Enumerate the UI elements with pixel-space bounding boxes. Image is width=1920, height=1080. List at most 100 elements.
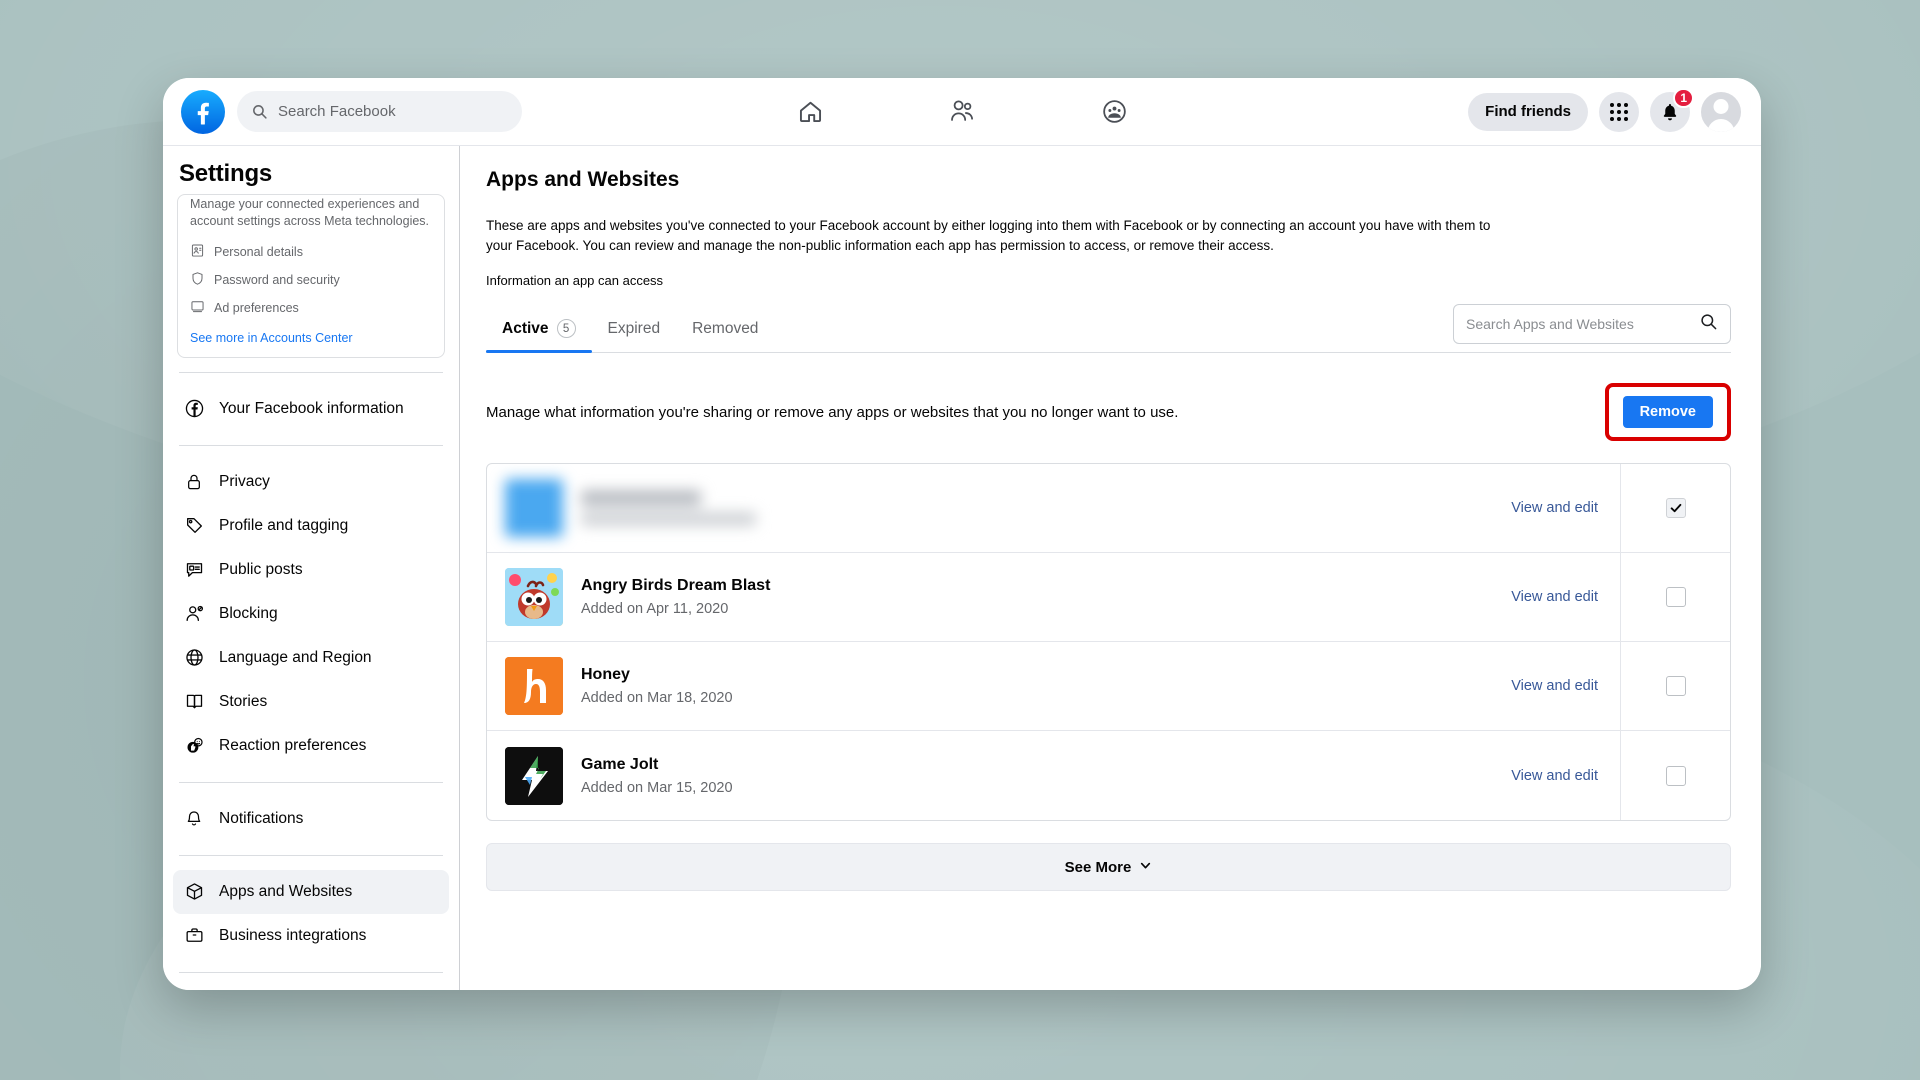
personal-details-icon	[190, 243, 205, 261]
app-select-cell	[1620, 642, 1730, 731]
accounts-center-item-password-and-security[interactable]: Password and security	[190, 266, 432, 294]
sidebar-item-profile-and-tagging[interactable]: Profile and tagging	[173, 504, 449, 548]
briefcase-icon	[183, 925, 205, 946]
remove-button[interactable]: Remove	[1622, 396, 1713, 429]
see-more-button[interactable]: See More	[486, 843, 1731, 892]
apps-list: View and edit Angry Birds Dream Blast Ad…	[486, 463, 1731, 822]
grid-menu-icon[interactable]	[1599, 91, 1639, 132]
find-friends-button[interactable]: Find friends	[1468, 92, 1588, 131]
search-icon	[251, 103, 268, 120]
table-row[interactable]: Honey Added on Mar 18, 2020 View and edi…	[487, 642, 1730, 732]
view-and-edit-link[interactable]: View and edit	[1511, 731, 1620, 820]
apps-search-box[interactable]	[1453, 304, 1731, 345]
app-name: Honey	[581, 666, 630, 684]
top-navigation-bar: Find friends 1	[163, 78, 1761, 146]
table-row[interactable]: View and edit	[487, 464, 1730, 554]
sidebar-item-privacy[interactable]: Privacy	[173, 460, 449, 504]
table-row[interactable]: Angry Birds Dream Blast Added on Apr 11,…	[487, 553, 1730, 643]
sidebar-divider	[179, 781, 443, 783]
sidebar-item-language-and-region[interactable]: Language and Region	[173, 636, 449, 680]
page-title-settings: Settings	[179, 160, 273, 187]
sidebar-divider	[179, 854, 443, 856]
sidebar-item-label: Reaction preferences	[219, 736, 367, 754]
search-facebook-box[interactable]	[237, 91, 522, 132]
sidebar-item-reaction-preferences[interactable]: Reaction preferences	[173, 724, 449, 768]
cube-icon	[183, 881, 205, 902]
center-navigation	[787, 89, 1137, 135]
tab-label: Active	[502, 319, 549, 337]
sidebar-menu-group-1: Your Facebook information	[163, 387, 459, 431]
app-checkbox[interactable]	[1665, 765, 1686, 786]
bell-icon[interactable]: 1	[1650, 87, 1694, 132]
tab-count-badge: 5	[556, 319, 576, 339]
bell-outline-icon	[183, 809, 205, 829]
sidebar-item-label: Language and Region	[219, 648, 372, 666]
sidebar-item-notifications[interactable]: Notifications	[173, 797, 449, 841]
main-content: Apps and Websites These are apps and web…	[460, 146, 1761, 990]
blocked-user-icon	[183, 603, 205, 624]
app-icon	[505, 568, 563, 627]
avatar[interactable]	[1701, 91, 1741, 132]
app-name: Game Jolt	[581, 755, 659, 773]
notification-badge: 1	[1673, 87, 1694, 108]
chevron-down-icon	[1139, 859, 1152, 876]
manage-row: Manage what information you're sharing o…	[486, 383, 1731, 442]
app-info: Honey Added on Mar 18, 2020	[487, 642, 1511, 730]
facebook-logo-icon[interactable]	[181, 89, 225, 134]
app-checkbox[interactable]	[1665, 676, 1686, 697]
sidebar-menu-group-2: Privacy Profile and tagging Public posts	[163, 460, 459, 768]
sidebar-item-apps-and-websites[interactable]: Apps and Websites	[173, 869, 449, 914]
app-icon	[505, 657, 563, 716]
sidebar-item-public-posts[interactable]: Public posts	[173, 548, 449, 592]
sidebar-item-label: Public posts	[219, 560, 303, 578]
sidebar-divider	[179, 444, 443, 446]
app-checkbox[interactable]	[1665, 587, 1686, 608]
sidebar-item-blocking[interactable]: Blocking	[173, 592, 449, 636]
shield-icon	[190, 271, 205, 289]
groups-icon[interactable]	[1091, 89, 1137, 135]
home-icon[interactable]	[787, 89, 833, 135]
accounts-center-item-ad-preferences[interactable]: Ad preferences	[190, 294, 432, 322]
search-icon[interactable]	[1699, 312, 1718, 336]
app-date: Added on Apr 11, 2020	[581, 601, 729, 618]
apps-search-input[interactable]	[1466, 316, 1691, 333]
accounts-center-description: Manage your connected experiences and ac…	[190, 197, 430, 228]
sidebar-item-videos[interactable]: Videos	[173, 987, 449, 990]
sidebar-item-label: Blocking	[219, 604, 278, 622]
search-input[interactable]	[278, 103, 508, 120]
view-and-edit-link[interactable]: View and edit	[1511, 553, 1620, 641]
accounts-center-item-personal-details[interactable]: Personal details	[190, 238, 432, 266]
app-checkbox[interactable]	[1665, 498, 1686, 519]
sidebar-item-label: Stories	[219, 692, 268, 710]
page-description: These are apps and websites you've conne…	[486, 218, 1491, 253]
view-and-edit-link[interactable]: View and edit	[1511, 642, 1620, 730]
app-date: Added on Mar 15, 2020	[581, 779, 733, 796]
speech-bubble-icon	[183, 559, 205, 580]
app-date: Added on Mar 18, 2020	[581, 690, 733, 707]
sidebar-menu-group-3: Notifications	[163, 797, 459, 841]
app-info	[487, 464, 1511, 552]
tab-removed[interactable]: Removed	[676, 310, 774, 352]
friends-icon[interactable]	[939, 89, 985, 135]
sidebar-item-label: Apps and Websites	[219, 882, 353, 900]
accounts-center-label: Ad preferences	[214, 300, 299, 315]
view-and-edit-link[interactable]: View and edit	[1511, 464, 1620, 552]
accounts-center-label: Personal details	[214, 244, 303, 259]
page-title: Apps and Websites	[486, 168, 680, 191]
tab-label: Expired	[607, 320, 661, 338]
information-app-can-access-link[interactable]: Information an app can access	[486, 273, 1731, 288]
sidebar-item-business-integrations[interactable]: Business integrations	[173, 914, 449, 958]
app-select-cell	[1620, 553, 1730, 642]
book-icon	[183, 691, 205, 712]
see-more-accounts-center-link[interactable]: See more in Accounts Center	[190, 322, 432, 345]
app-icon	[505, 746, 563, 805]
app-info: Angry Birds Dream Blast Added on Apr 11,…	[487, 553, 1511, 641]
lock-icon	[183, 472, 205, 492]
app-select-cell	[1620, 731, 1730, 821]
page-body: Settings Manage your connected experienc…	[163, 146, 1761, 990]
table-row[interactable]: Game Jolt Added on Mar 15, 2020 View and…	[487, 731, 1730, 821]
sidebar-item-stories[interactable]: Stories	[173, 680, 449, 724]
tab-expired[interactable]: Expired	[592, 310, 677, 352]
sidebar-item-your-facebook-information[interactable]: Your Facebook information	[173, 387, 449, 431]
tab-active[interactable]: Active 5	[486, 309, 592, 354]
